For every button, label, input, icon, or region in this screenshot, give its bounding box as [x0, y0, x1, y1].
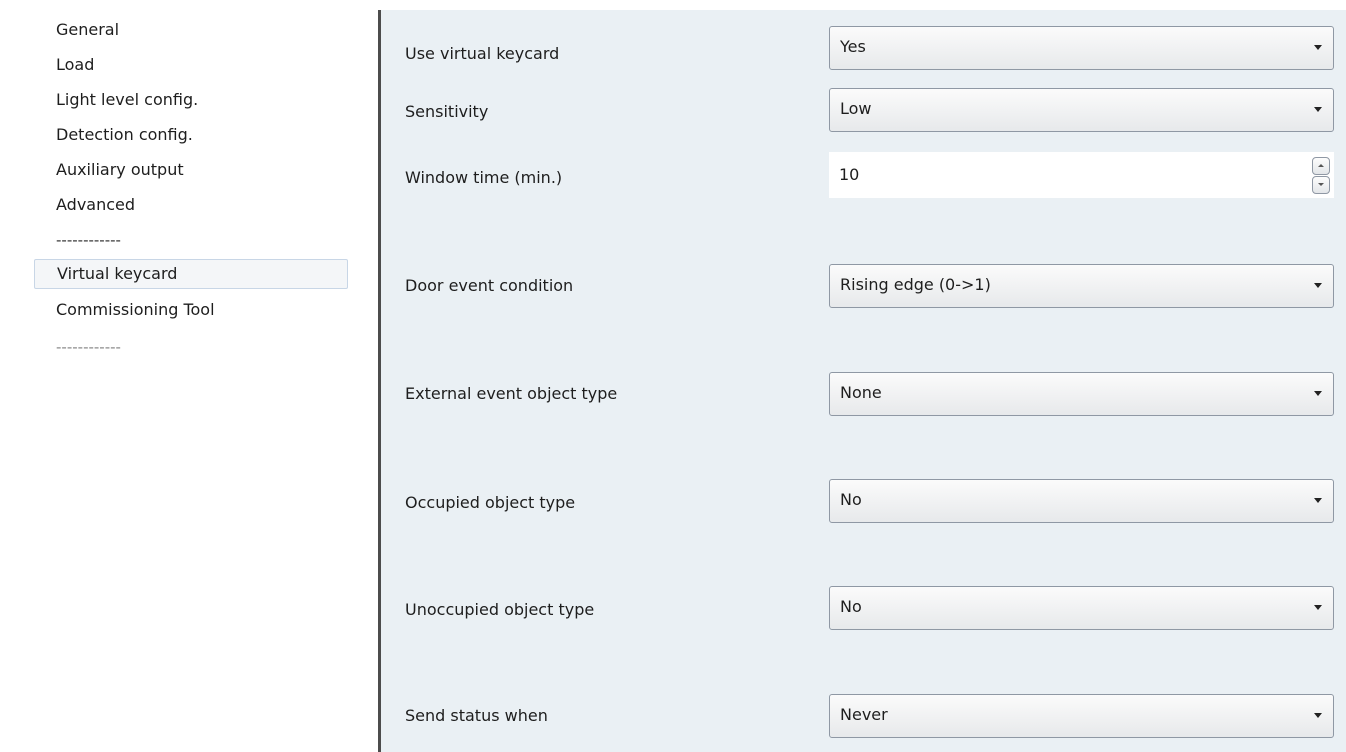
- chevron-down-icon: [1314, 713, 1322, 718]
- sidebar-item-auxiliary-output[interactable]: Auxiliary output: [56, 159, 184, 181]
- sidebar-separator: ------------: [56, 338, 121, 356]
- sidebar-item-commissioning-tool[interactable]: Commissioning Tool: [56, 299, 215, 321]
- window-time-value[interactable]: 10: [839, 152, 859, 198]
- window-time-label: Window time (min.): [405, 168, 563, 187]
- door-event-condition-select[interactable]: Rising edge (0->1): [829, 264, 1334, 308]
- send-status-when-value: Never: [840, 705, 888, 724]
- chevron-down-icon: [1314, 283, 1322, 288]
- unoccupied-object-type-value: No: [840, 597, 862, 616]
- sidebar-nav: General Load Light level config. Detecti…: [0, 0, 378, 752]
- sidebar-separator: ------------: [56, 231, 121, 249]
- use-virtual-keycard-select[interactable]: Yes: [829, 26, 1334, 70]
- sidebar-item-advanced[interactable]: Advanced: [56, 194, 135, 216]
- chevron-down-icon: [1314, 107, 1322, 112]
- sensitivity-value: Low: [840, 99, 872, 118]
- chevron-down-icon: [1314, 391, 1322, 396]
- external-event-object-type-select[interactable]: None: [829, 372, 1334, 416]
- external-event-object-type-label: External event object type: [405, 384, 618, 403]
- sidebar-item-general[interactable]: General: [56, 19, 119, 41]
- spin-down-icon[interactable]: [1312, 176, 1330, 194]
- door-event-condition-label: Door event condition: [405, 276, 574, 295]
- chevron-down-icon: [1314, 605, 1322, 610]
- sidebar-item-light-level-config[interactable]: Light level config.: [56, 89, 198, 111]
- window-time-spinbox[interactable]: 10: [829, 152, 1334, 198]
- use-virtual-keycard-value: Yes: [840, 37, 866, 56]
- parameter-panel: Use virtual keycard Yes Sensitivity Low …: [381, 10, 1346, 752]
- occupied-object-type-label: Occupied object type: [405, 493, 576, 512]
- sidebar-item-virtual-keycard[interactable]: Virtual keycard: [34, 259, 348, 289]
- chevron-down-icon: [1314, 498, 1322, 503]
- sidebar-item-detection-config[interactable]: Detection config.: [56, 124, 193, 146]
- door-event-condition-value: Rising edge (0->1): [840, 275, 991, 294]
- external-event-object-type-value: None: [840, 383, 882, 402]
- unoccupied-object-type-select[interactable]: No: [829, 586, 1334, 630]
- sidebar-item-load[interactable]: Load: [56, 54, 94, 76]
- send-status-when-label: Send status when: [405, 706, 548, 725]
- send-status-when-select[interactable]: Never: [829, 694, 1334, 738]
- occupied-object-type-value: No: [840, 490, 862, 509]
- chevron-down-icon: [1314, 45, 1322, 50]
- use-virtual-keycard-label: Use virtual keycard: [405, 44, 560, 63]
- spin-up-icon[interactable]: [1312, 157, 1330, 175]
- occupied-object-type-select[interactable]: No: [829, 479, 1334, 523]
- unoccupied-object-type-label: Unoccupied object type: [405, 600, 595, 619]
- sensitivity-label: Sensitivity: [405, 102, 489, 121]
- sensitivity-select[interactable]: Low: [829, 88, 1334, 132]
